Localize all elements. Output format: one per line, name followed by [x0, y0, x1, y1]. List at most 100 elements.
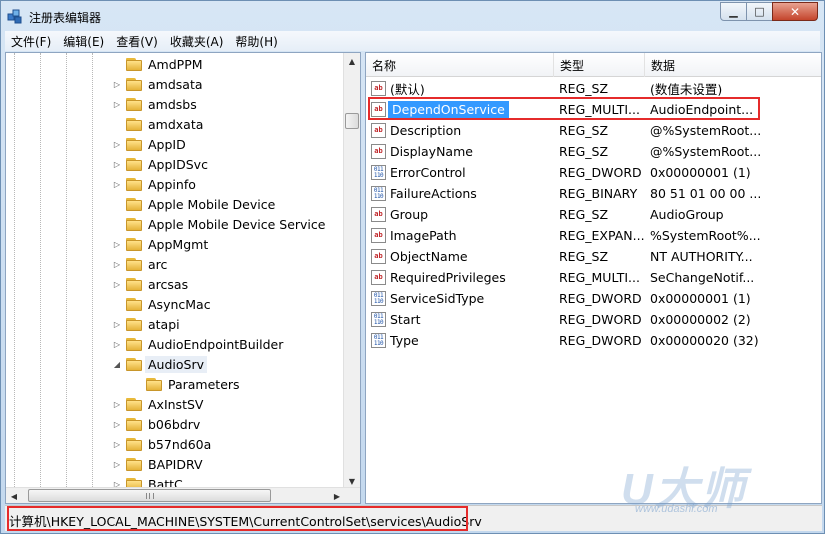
- value-row[interactable]: 011 110 ErrorControl REG_DWORD 0x00000001 (…: [366, 162, 821, 183]
- tree-hscroll-thumb[interactable]: [28, 489, 271, 502]
- expand-arrow-icon[interactable]: ▷: [112, 339, 122, 349]
- value-type: REG_SZ: [559, 81, 609, 96]
- value-name-cell: ab (默认): [371, 78, 554, 99]
- column-header-data[interactable]: 数据: [645, 53, 821, 77]
- tree-item[interactable]: Apple Mobile Device: [112, 194, 275, 214]
- scroll-left-arrow-icon[interactable]: ◀: [6, 488, 22, 503]
- value-row[interactable]: ab (默认) REG_SZ (数值未设置): [366, 78, 821, 99]
- value-name-cell: ab ObjectName: [371, 246, 554, 267]
- scroll-up-arrow-icon[interactable]: ▲: [344, 53, 360, 69]
- expand-arrow-icon[interactable]: ▷: [112, 159, 122, 169]
- tree-item[interactable]: ▷ arc: [112, 254, 167, 274]
- tree-item[interactable]: ▷ BAPIDRV: [112, 454, 203, 474]
- tree-item[interactable]: AmdPPM: [112, 54, 203, 74]
- tree-item[interactable]: Parameters: [132, 374, 240, 394]
- maximize-button[interactable]: □: [746, 2, 773, 21]
- value-row[interactable]: ab ImagePath REG_EXPAN... %SystemRoot%...: [366, 225, 821, 246]
- expand-arrow-icon[interactable]: ▷: [112, 279, 122, 289]
- tree-item-label: AppID: [148, 136, 186, 152]
- value-name: ErrorControl: [390, 165, 466, 180]
- value-name-cell: 011 110 Start: [371, 309, 554, 330]
- status-bar: 计算机\HKEY_LOCAL_MACHINE\SYSTEM\CurrentCon…: [5, 505, 822, 531]
- tree-item-label: Apple Mobile Device: [148, 196, 276, 212]
- title-bar[interactable]: 注册表编辑器 ▁ □ ✕: [1, 1, 824, 31]
- value-row[interactable]: 011 110 Type REG_DWORD 0x00000020 (32): [366, 330, 821, 351]
- tree-item[interactable]: ◢ AudioSrv: [112, 354, 207, 374]
- tree-item-label: BAPIDRV: [148, 456, 203, 472]
- value-type: REG_SZ: [559, 207, 609, 222]
- expand-arrow-icon[interactable]: ▷: [112, 419, 122, 429]
- expand-arrow-icon[interactable]: ▷: [112, 239, 122, 249]
- tree-item[interactable]: ▷ AudioEndpointBuilder: [112, 334, 283, 354]
- minimize-icon: ▁: [729, 5, 738, 18]
- value-row[interactable]: ab Description REG_SZ @%SystemRoot...: [366, 120, 821, 141]
- scroll-right-arrow-icon[interactable]: ▶: [329, 488, 345, 503]
- tree-item[interactable]: ▷ atapi: [112, 314, 180, 334]
- tree-item[interactable]: ▷ arcsas: [112, 274, 188, 294]
- values-list-pane[interactable]: 名称 类型 数据 ab (默认) REG_SZ (数值未设置) ab DependOnSe…: [365, 52, 822, 504]
- value-row[interactable]: ab ObjectName REG_SZ NT AUTHORITY...: [366, 246, 821, 267]
- menu-edit[interactable]: 编辑(E): [63, 33, 104, 50]
- string-value-icon: ab: [371, 144, 386, 159]
- expand-arrow-icon[interactable]: ▷: [112, 439, 122, 449]
- minimize-button[interactable]: ▁: [720, 2, 747, 21]
- expand-arrow-icon[interactable]: ▷: [112, 139, 122, 149]
- tree-item[interactable]: ▷ amdsata: [112, 74, 203, 94]
- tree-item[interactable]: ▷ AxInstSV: [112, 394, 204, 414]
- value-row[interactable]: 011 110 FailureActions REG_BINARY 80 51 01 …: [366, 183, 821, 204]
- value-name: ObjectName: [390, 249, 468, 264]
- column-header-name[interactable]: 名称: [366, 53, 554, 77]
- tree-item-label: amdxata: [148, 116, 204, 132]
- tree-item[interactable]: ▷ AppMgmt: [112, 234, 208, 254]
- tree-vertical-scrollbar[interactable]: ▲ ▼: [343, 53, 360, 489]
- tree-item[interactable]: ▷ b57nd60a: [112, 434, 211, 454]
- folder-icon: [126, 77, 142, 91]
- value-data: @%SystemRoot...: [650, 123, 762, 138]
- value-row[interactable]: 011 110 Start REG_DWORD 0x00000002 (2): [366, 309, 821, 330]
- expand-arrow-icon[interactable]: ▷: [112, 79, 122, 89]
- value-row[interactable]: ab DisplayName REG_SZ @%SystemRoot...: [366, 141, 821, 162]
- folder-icon: [126, 197, 142, 211]
- expand-arrow-icon[interactable]: ▷: [112, 99, 122, 109]
- tree-item[interactable]: ▷ AppIDSvc: [112, 154, 208, 174]
- value-type: REG_DWORD: [559, 333, 642, 348]
- tree-scroll-thumb[interactable]: [345, 113, 359, 129]
- value-type: REG_SZ: [559, 123, 609, 138]
- tree-item[interactable]: ▷ Appinfo: [112, 174, 196, 194]
- tree-item-label: AudioEndpointBuilder: [148, 336, 284, 352]
- expand-arrow-icon[interactable]: ▷: [112, 259, 122, 269]
- tree-item[interactable]: Apple Mobile Device Service: [112, 214, 325, 234]
- collapse-arrow-icon[interactable]: ◢: [112, 359, 122, 369]
- expand-arrow-icon[interactable]: ▷: [112, 399, 122, 409]
- tree-item-label: AmdPPM: [148, 56, 203, 72]
- menu-file[interactable]: 文件(F): [11, 33, 51, 50]
- tree-guide-line: [92, 53, 93, 489]
- column-header-type[interactable]: 类型: [554, 53, 645, 77]
- tree-item[interactable]: ▷ b06bdrv: [112, 414, 200, 434]
- tree-horizontal-scrollbar[interactable]: ◀ ▶: [6, 487, 360, 503]
- menu-view[interactable]: 查看(V): [116, 33, 158, 50]
- value-row[interactable]: 011 110 ServiceSidType REG_DWORD 0x00000001…: [366, 288, 821, 309]
- menu-favorites[interactable]: 收藏夹(A): [170, 33, 224, 50]
- value-row[interactable]: ab RequiredPrivileges REG_MULTI... SeChange…: [366, 267, 821, 288]
- list-header: 名称 类型 数据: [366, 53, 821, 77]
- tree-item[interactable]: ▷ AppID: [112, 134, 186, 154]
- key-tree-pane[interactable]: AmdPPM ▷ amdsata ▷ amdsbs amdxata ▷ AppID ▷ AppID…: [5, 52, 361, 504]
- expand-arrow-icon[interactable]: ▷: [112, 459, 122, 469]
- expand-arrow-icon[interactable]: ▷: [112, 179, 122, 189]
- menu-help[interactable]: 帮助(H): [235, 33, 277, 50]
- value-name: (默认): [390, 82, 425, 97]
- value-type: REG_DWORD: [559, 165, 642, 180]
- tree-item[interactable]: ▷ amdsbs: [112, 94, 197, 114]
- value-data: 0x00000020 (32): [650, 333, 759, 348]
- tree-item-label: AppMgmt: [148, 236, 209, 252]
- expand-arrow-icon[interactable]: ▷: [112, 319, 122, 329]
- value-data: %SystemRoot%...: [650, 228, 761, 243]
- value-row[interactable]: ab Group REG_SZ AudioGroup: [366, 204, 821, 225]
- tree-item[interactable]: AsyncMac: [112, 294, 211, 314]
- tree-item[interactable]: amdxata: [112, 114, 203, 134]
- folder-icon: [146, 377, 162, 391]
- close-button[interactable]: ✕: [772, 2, 818, 21]
